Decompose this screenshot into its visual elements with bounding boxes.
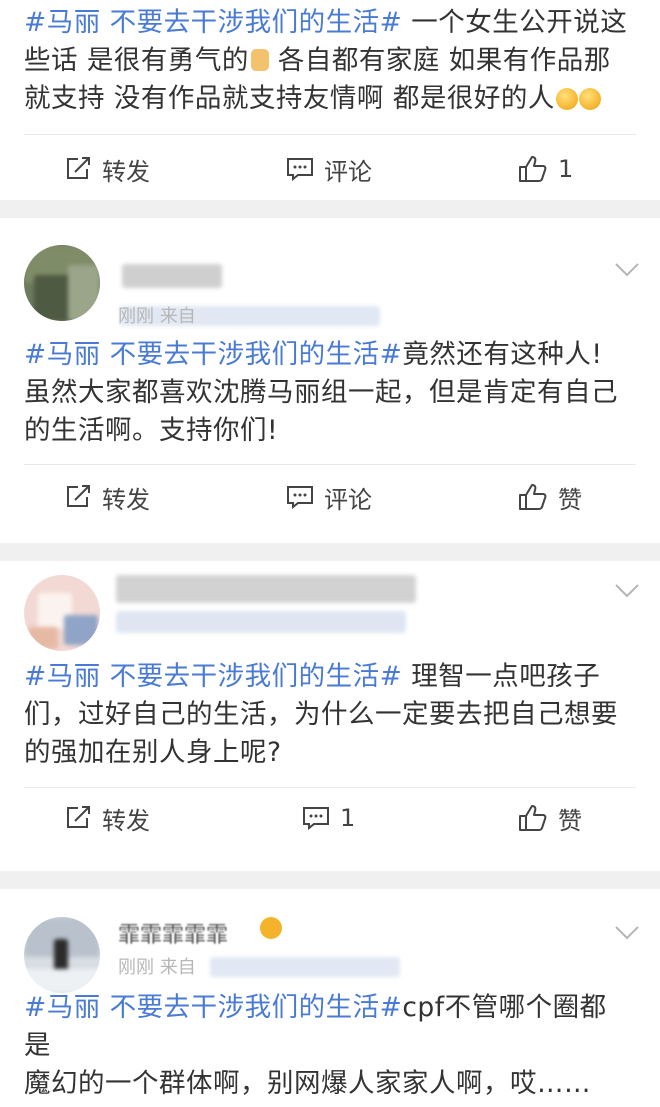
comment-button[interactable]: 评论 [286, 472, 372, 522]
comment-icon [287, 158, 313, 182]
like-icon [519, 484, 547, 510]
post-card: 刚刚 来自 #马丽 不要去干涉我们的生活#竟然还有这种人! 虽然大家都喜欢沈腾马… [0, 218, 660, 543]
post-text: #马丽 不要去干涉我们的生活#cpf不管哪个圈都是 魔幻的一个群体啊，别网爆人家… [24, 992, 607, 1099]
card-separator [0, 871, 660, 889]
flushed-emoji-icon [578, 88, 601, 110]
flushed-emoji-icon [555, 88, 578, 110]
comment-icon [287, 486, 313, 510]
card-separator [0, 543, 660, 561]
repost-icon [67, 806, 90, 828]
divider [24, 787, 636, 788]
like-button[interactable]: 1 [518, 144, 573, 194]
username[interactable]: 霏霏霏霏霏 [118, 917, 228, 949]
avatar[interactable] [24, 917, 100, 993]
like-button[interactable]: 赞 [518, 472, 582, 522]
hashtag-link[interactable]: #马丽 不要去干涉我们的生活# [24, 992, 402, 1023]
comment-button[interactable]: 1 [302, 793, 355, 843]
repost-button[interactable]: 转发 [64, 793, 150, 843]
action-bar: 转发 评论 赞 [0, 472, 660, 522]
repost-icon [67, 485, 90, 507]
post-card: 霏霏霏霏霏 刚刚 来自 #马丽 不要去干涉我们的生活#cpf不管哪个圈都是 魔幻… [0, 889, 660, 1107]
post-card: #马丽 不要去干涉我们的生活# 理智一点吧孩子 们，过好自己的生活，为什么一定要… [0, 561, 660, 871]
comment-icon [303, 807, 329, 831]
action-bar: 转发 1 赞 [0, 793, 660, 843]
like-icon [519, 156, 547, 182]
repost-icon [67, 157, 90, 179]
post-text: #马丽 不要去干涉我们的生活#竟然还有这种人! 虽然大家都喜欢沈腾马丽组一起，但… [24, 339, 618, 446]
chevron-down-icon[interactable] [614, 262, 640, 278]
bird-badge-icon [260, 917, 282, 939]
card-separator [0, 200, 660, 218]
hashtag-link[interactable]: #马丽 不要去干涉我们的生活# [24, 661, 402, 692]
divider [24, 464, 636, 465]
post-text: #马丽 不要去干涉我们的生活# 一个女生公开说这 些话 是很有勇气的 各自都有家… [24, 7, 628, 114]
avatar[interactable] [24, 575, 100, 651]
action-bar: 转发 评论 1 [0, 144, 660, 194]
divider [24, 134, 636, 135]
like-button[interactable]: 赞 [518, 793, 582, 843]
post-card: #马丽 不要去干涉我们的生活# 一个女生公开说这 些话 是很有勇气的 各自都有家… [0, 0, 660, 200]
avatar[interactable] [24, 245, 100, 321]
hashtag-link[interactable]: #马丽 不要去干涉我们的生活# [24, 7, 402, 38]
post-text: #马丽 不要去干涉我们的生活# 理智一点吧孩子 们，过好自己的生活，为什么一定要… [24, 661, 618, 768]
like-icon [519, 805, 547, 831]
thumbs-up-emoji-icon [250, 49, 269, 71]
hashtag-link[interactable]: #马丽 不要去干涉我们的生活# [24, 339, 402, 370]
chevron-down-icon[interactable] [614, 583, 640, 599]
chevron-down-icon[interactable] [614, 925, 640, 941]
repost-button[interactable]: 转发 [64, 472, 150, 522]
repost-button[interactable]: 转发 [64, 144, 150, 194]
comment-button[interactable]: 评论 [286, 144, 372, 194]
